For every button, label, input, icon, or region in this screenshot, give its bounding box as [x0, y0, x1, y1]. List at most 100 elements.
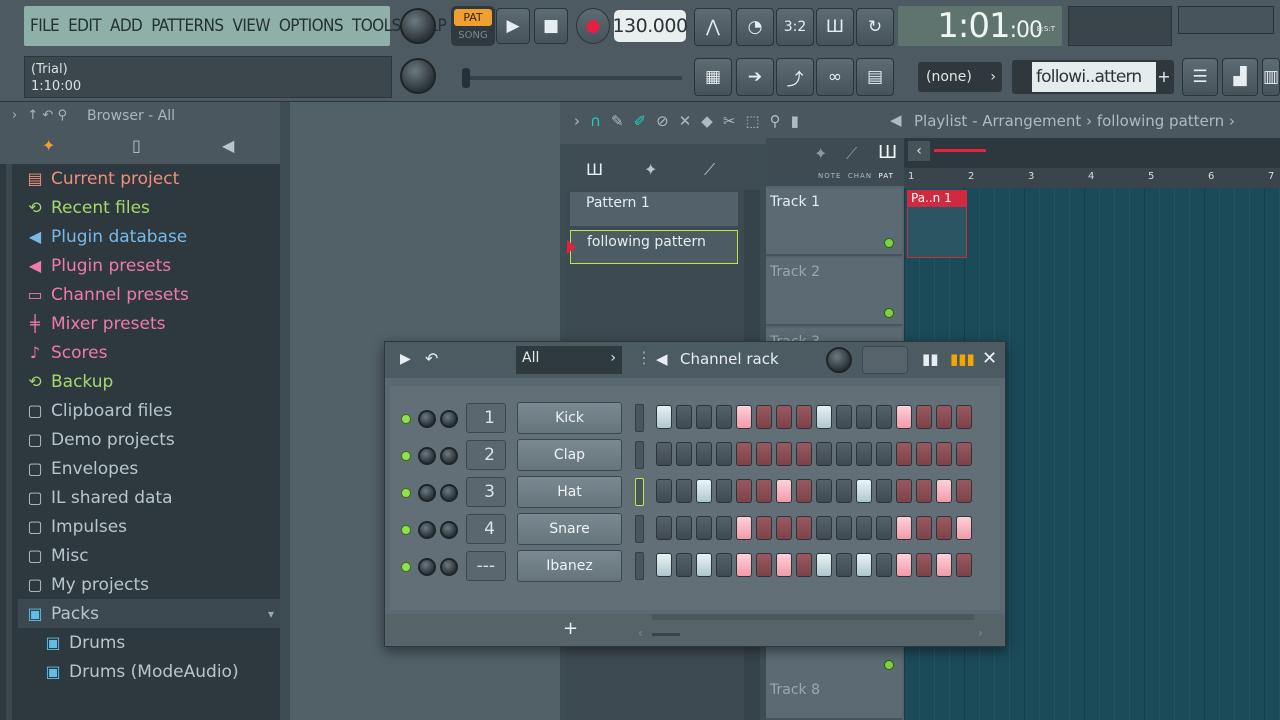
step-button[interactable]	[656, 553, 672, 577]
step-sequencer-icon[interactable]: ▮▮▮	[950, 350, 975, 368]
step-button[interactable]	[796, 553, 812, 577]
step-button[interactable]	[676, 442, 692, 466]
tab-note[interactable]: NOTE	[818, 172, 841, 180]
channel-mute-led[interactable]	[401, 414, 411, 424]
step-button[interactable]	[696, 553, 712, 577]
playlist-tools[interactable]: ›∩✎✐⊘✕◆✂⬚⚲▮	[574, 112, 809, 130]
add-pattern-button[interactable]: +	[1156, 62, 1172, 92]
tab-chan[interactable]: CHAN	[848, 172, 872, 180]
menu-item[interactable]: PATTERNS	[151, 16, 224, 36]
step-button[interactable]	[836, 553, 852, 577]
channel-name-button[interactable]: Snare	[517, 513, 622, 545]
step-button[interactable]	[736, 479, 752, 503]
step-button[interactable]	[916, 553, 932, 577]
channel-mixer-track[interactable]: 3	[466, 477, 506, 507]
step-button[interactable]	[696, 479, 712, 503]
step-button[interactable]	[676, 479, 692, 503]
channel-pan-knob[interactable]	[418, 484, 436, 502]
browser-item[interactable]: ◀ Plugin database	[18, 222, 280, 251]
track-row[interactable]: Track 2	[766, 258, 902, 326]
step-edit-button[interactable]: Ш	[816, 8, 854, 46]
browser-item[interactable]: ▢ Misc	[18, 541, 280, 570]
note-tab-icon[interactable]: ✦	[814, 144, 827, 163]
browser-item[interactable]: ▣ Drums	[18, 628, 280, 657]
channel-mixer-track[interactable]: ---	[466, 551, 506, 581]
playlist-button[interactable]: ☰	[1182, 58, 1218, 96]
browser-item[interactable]: ▤ Current project	[18, 164, 280, 193]
step-button[interactable]	[776, 405, 792, 429]
step-button[interactable]	[916, 479, 932, 503]
track-led[interactable]	[884, 308, 894, 318]
channel-select-toggle[interactable]	[635, 515, 644, 543]
next-button[interactable]: ➔	[736, 58, 774, 96]
channel-name-button[interactable]: Clap	[517, 439, 622, 471]
step-button[interactable]	[776, 553, 792, 577]
plugin-picker-button[interactable]: ⤴	[776, 58, 814, 96]
channel-pan-knob[interactable]	[418, 521, 436, 539]
step-button[interactable]	[896, 442, 912, 466]
step-button[interactable]	[936, 553, 952, 577]
pattern-selector-name[interactable]: followi..attern	[1032, 62, 1156, 92]
browser-item[interactable]: ▢ My projects	[18, 570, 280, 599]
metronome-button[interactable]: ⋀	[694, 8, 732, 46]
step-button[interactable]	[736, 553, 752, 577]
piano-roll-button[interactable]: ▦	[694, 58, 732, 96]
picker-tab-labels[interactable]: NOTE CHAN PAT	[818, 172, 894, 180]
step-button[interactable]	[896, 553, 912, 577]
step-button[interactable]	[896, 516, 912, 540]
scroll-left-icon[interactable]: ‹	[908, 141, 930, 161]
step-button[interactable]	[696, 405, 712, 429]
menu-item[interactable]: ADD	[110, 16, 143, 36]
pattern-item[interactable]: Pattern 1	[570, 192, 738, 226]
track-row[interactable]: Track 1	[766, 188, 902, 256]
step-button[interactable]	[796, 405, 812, 429]
step-button[interactable]	[716, 442, 732, 466]
step-button[interactable]	[716, 553, 732, 577]
step-button[interactable]	[956, 516, 972, 540]
step-button[interactable]	[876, 516, 892, 540]
step-button[interactable]	[756, 516, 772, 540]
step-button[interactable]	[776, 516, 792, 540]
step-button[interactable]	[876, 553, 892, 577]
graph-editor-icon[interactable]: ▮▮	[922, 350, 939, 368]
menu-item[interactable]: TOOLS	[352, 16, 401, 36]
step-button[interactable]	[756, 442, 772, 466]
step-button[interactable]	[716, 405, 732, 429]
step-button[interactable]	[836, 405, 852, 429]
mixer-button[interactable]: ▤	[856, 58, 894, 96]
step-button[interactable]	[796, 516, 812, 540]
step-button[interactable]	[756, 553, 772, 577]
browser-item[interactable]: ⟲ Backup	[18, 367, 280, 396]
speaker-filter-icon[interactable]: ◀	[222, 136, 234, 155]
browser-item[interactable]: ▢ IL shared data	[18, 483, 280, 512]
step-button[interactable]	[696, 442, 712, 466]
step-button[interactable]	[796, 479, 812, 503]
channel-rack-button[interactable]: ▟	[1222, 58, 1258, 96]
track-led[interactable]	[884, 660, 894, 670]
channel-volume-knob[interactable]	[440, 521, 458, 539]
step-button[interactable]	[656, 479, 672, 503]
step-button[interactable]	[656, 405, 672, 429]
song-mode-button[interactable]: SONG	[454, 28, 492, 43]
browser-item[interactable]: ♪ Scores	[18, 338, 280, 367]
step-button[interactable]	[956, 479, 972, 503]
step-button[interactable]	[796, 442, 812, 466]
step-button[interactable]	[856, 405, 872, 429]
speaker-icon[interactable]: ◀	[890, 111, 902, 129]
drag-handle-icon[interactable]: ⋮	[636, 348, 652, 367]
master-volume-knob[interactable]	[400, 8, 436, 44]
master-pitch-knob[interactable]	[400, 58, 436, 94]
channel-select-toggle[interactable]	[635, 441, 644, 469]
step-button[interactable]	[876, 479, 892, 503]
step-button[interactable]	[776, 442, 792, 466]
browser-item[interactable]: ╪ Mixer presets	[18, 309, 280, 338]
step-button[interactable]	[816, 479, 832, 503]
channel-select-toggle[interactable]	[635, 478, 644, 506]
channel-name-button[interactable]: Hat	[517, 476, 622, 508]
step-button[interactable]	[816, 516, 832, 540]
step-button[interactable]	[816, 405, 832, 429]
tempo-display[interactable]: 130.000	[612, 10, 688, 42]
rack-scrollbar[interactable]	[652, 614, 974, 620]
step-button[interactable]	[816, 442, 832, 466]
step-button[interactable]	[656, 516, 672, 540]
